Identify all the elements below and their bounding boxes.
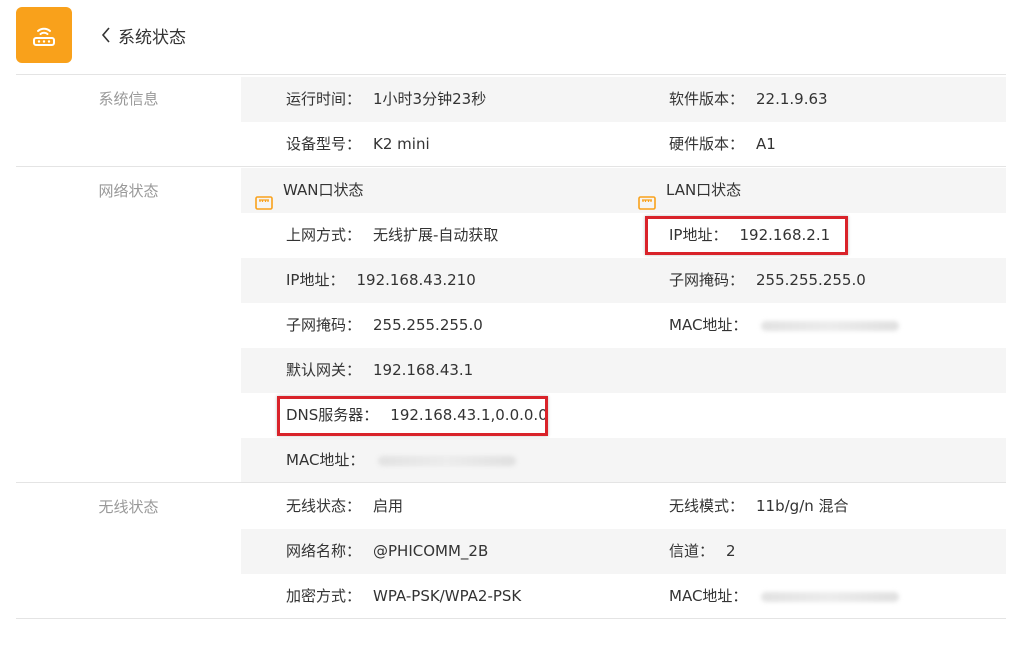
info-row: 子网掩码： 255.255.255.0 MAC地址：	[241, 303, 1006, 348]
encryption-field: 加密方式： WPA-PSK/WPA2-PSK	[286, 587, 522, 605]
wan-title: WAN口状态	[255, 168, 364, 213]
blurred-mac-value	[761, 320, 900, 331]
wan-mode-field: 上网方式： 无线扩展-自动获取	[286, 226, 499, 244]
section-label-system: 系统信息	[98, 90, 159, 108]
wan-gateway-field: 默认网关： 192.168.43.1	[286, 361, 474, 379]
divider	[16, 618, 1006, 619]
info-row: MAC地址：	[241, 438, 1006, 483]
ethernet-port-icon	[638, 183, 656, 210]
dns-highlight-box	[277, 396, 548, 436]
info-row: 默认网关： 192.168.43.1	[241, 348, 1006, 393]
ssid-field: 网络名称： @PHICOMM_2B	[286, 542, 489, 560]
wireless-status-field: 无线状态： 启用	[286, 497, 404, 515]
wireless-status-section: 无线状态 无线状态： 启用 无线模式： 11b/g/n 混合 网络名称： @PHICO…	[16, 482, 1006, 618]
section-label-network: 网络状态	[98, 182, 159, 200]
lan-mask-field: 子网掩码： 255.255.255.0	[669, 271, 866, 289]
info-row: 设备型号： K2 mini 硬件版本： A1	[241, 122, 1006, 167]
chevron-left-icon	[100, 22, 118, 48]
router-wifi-icon	[33, 27, 55, 46]
wan-mask-field: 子网掩码： 255.255.255.0	[286, 316, 483, 334]
wireless-mac-field: MAC地址：	[669, 574, 900, 619]
lan-title: LAN口状态	[638, 168, 741, 213]
lan-mac-field: MAC地址：	[669, 303, 900, 348]
wireless-mode-field: 无线模式： 11b/g/n 混合	[669, 497, 849, 515]
wan-ip-field: IP地址： 192.168.43.210	[286, 271, 476, 289]
model-field: 设备型号： K2 mini	[286, 135, 430, 153]
info-row: 无线状态： 启用 无线模式： 11b/g/n 混合	[241, 484, 1006, 529]
router-logo	[16, 7, 72, 63]
port-header-row: WAN口状态 LAN口状态	[241, 168, 1006, 213]
ethernet-port-icon	[255, 183, 273, 210]
software-version-field: 软件版本： 22.1.9.63	[669, 90, 828, 108]
wan-mac-field: MAC地址：	[286, 438, 517, 483]
section-label-wireless: 无线状态	[98, 498, 159, 516]
info-row: 上网方式： 无线扩展-自动获取 IP地址： 192.168.2.1	[241, 213, 1006, 258]
channel-field: 信道： 2	[669, 542, 736, 560]
hardware-version-field: 硬件版本： A1	[669, 135, 776, 153]
info-row: 网络名称： @PHICOMM_2B 信道： 2	[241, 529, 1006, 574]
page-title: 系统状态	[118, 27, 186, 48]
info-row: IP地址： 192.168.43.210 子网掩码： 255.255.255.0	[241, 258, 1006, 303]
system-info-section: 系统信息 运行时间： 1小时3分钟23秒 软件版本： 22.1.9.63 设备型号：…	[16, 74, 1006, 166]
blurred-mac-value	[761, 591, 900, 602]
lan-ip-highlight-box	[645, 216, 848, 255]
info-row: 运行时间： 1小时3分钟23秒 软件版本： 22.1.9.63	[241, 77, 1006, 122]
runtime-field: 运行时间： 1小时3分钟23秒	[286, 90, 487, 108]
back-button[interactable]: 系统状态	[100, 22, 186, 48]
info-row: 加密方式： WPA-PSK/WPA2-PSK MAC地址：	[241, 574, 1006, 619]
blurred-mac-value	[378, 455, 517, 466]
